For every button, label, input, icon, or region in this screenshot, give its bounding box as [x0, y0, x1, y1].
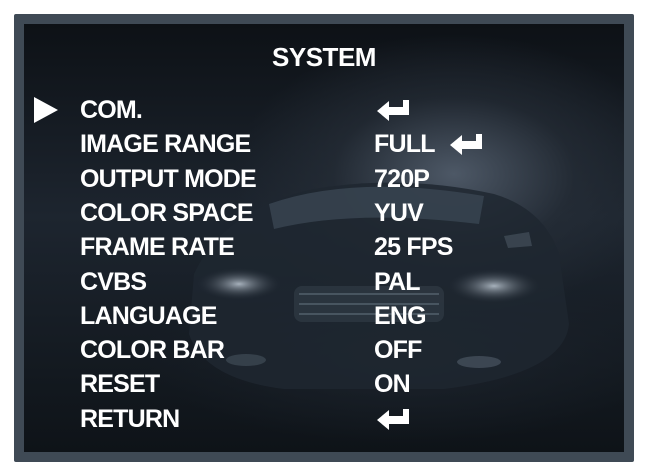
menu-item-value: OFF	[374, 336, 422, 364]
monitor-frame: SYSTEM COM. IMAGE RANGE FULL OUTPUT MODE 720…	[0, 0, 646, 473]
menu-item-label: CVBS	[80, 268, 147, 296]
menu-item-value: 25 FPS	[374, 233, 453, 261]
menu-item-color-bar[interactable]: COLOR BAR OFF	[24, 334, 624, 366]
menu-item-value: FULL	[374, 130, 435, 158]
screen-bezel: SYSTEM COM. IMAGE RANGE FULL OUTPUT MODE 720…	[14, 14, 634, 462]
menu-item-cvbs[interactable]: CVBS PAL	[24, 266, 624, 298]
menu-item-image-range[interactable]: IMAGE RANGE FULL	[24, 128, 624, 160]
menu-item-color-space[interactable]: COLOR SPACE YUV	[24, 197, 624, 229]
menu-item-com[interactable]: COM.	[24, 94, 624, 126]
menu-item-output-mode[interactable]: OUTPUT MODE 720P	[24, 163, 624, 195]
menu-item-reset[interactable]: RESET ON	[24, 368, 624, 400]
menu-item-return[interactable]: RETURN	[24, 403, 624, 435]
menu-item-value: YUV	[374, 199, 424, 227]
menu-item-frame-rate[interactable]: FRAME RATE 25 FPS	[24, 231, 624, 263]
menu-item-label: LANGUAGE	[80, 302, 217, 330]
selection-cursor-icon	[34, 97, 58, 123]
menu-item-value: PAL	[374, 268, 421, 296]
menu-item-value: 720P	[374, 165, 430, 193]
menu-item-value: ON	[374, 370, 411, 398]
osd-display: SYSTEM COM. IMAGE RANGE FULL OUTPUT MODE 720…	[24, 24, 624, 452]
enter-return-icon[interactable]	[376, 98, 412, 129]
menu-title: SYSTEM	[272, 42, 376, 72]
menu-item-label: RETURN	[80, 405, 180, 433]
menu-item-label: FRAME RATE	[80, 233, 235, 261]
enter-return-icon[interactable]	[376, 407, 412, 438]
menu-item-language[interactable]: LANGUAGE ENG	[24, 300, 624, 332]
menu-item-label: OUTPUT MODE	[80, 165, 257, 193]
menu-item-value: ENG	[374, 302, 427, 330]
menu-item-label: COM.	[80, 96, 143, 124]
menu-item-label: COLOR SPACE	[80, 199, 254, 227]
menu-item-label: RESET	[80, 370, 160, 398]
enter-return-icon[interactable]	[449, 132, 485, 163]
menu-item-label: COLOR BAR	[80, 336, 225, 364]
menu-item-label: IMAGE RANGE	[80, 130, 251, 158]
